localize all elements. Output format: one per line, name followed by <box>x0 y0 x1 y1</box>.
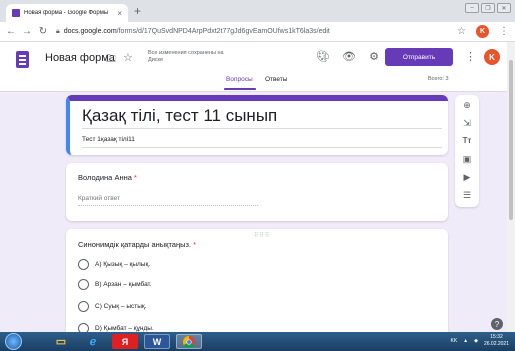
help-icon[interactable]: ? <box>491 318 503 330</box>
question-2-label: Синонимдік қатарды анықтаңыз. * <box>78 240 196 249</box>
url-field[interactable]: docs.google.com/forms/d/17QuSvdNPD4ArpPd… <box>64 28 330 35</box>
required-marker: * <box>193 240 197 249</box>
floating-toolbar: ⊕ ⇲ Tт ▣ ▶ ☰ <box>455 95 479 207</box>
drag-handle-icon[interactable]: ⠿⠿⠿ <box>254 232 270 239</box>
chrome-icon[interactable] <box>176 334 202 349</box>
settings-gear-icon[interactable]: ⚙︎ <box>368 50 380 63</box>
star-icon[interactable]: ☆ <box>123 51 133 64</box>
send-button[interactable]: Отправить <box>385 48 453 66</box>
add-video-icon[interactable]: ▶ <box>461 172 473 183</box>
network-icon[interactable]: ▲ <box>463 338 468 344</box>
tab-title: Новая форма - Google Формы <box>24 10 109 16</box>
question-card-2[interactable]: ⠿⠿⠿ Синонимдік қатарды анықтаңыз. * А) Қ… <box>66 229 448 349</box>
word-icon[interactable]: W <box>144 334 170 349</box>
clock-time: 15:32 <box>490 334 503 340</box>
option-c[interactable]: С) Суық – ыстық. <box>78 301 147 312</box>
active-tab-indicator <box>224 88 256 90</box>
option-b[interactable]: В) Арзан – қымбат. <box>78 279 152 290</box>
option-label: В) Арзан – қымбат. <box>95 281 152 288</box>
bookmark-star-icon[interactable]: ☆ <box>457 26 466 37</box>
radio-button[interactable] <box>78 259 89 270</box>
short-answer-field[interactable]: Краткий ответ <box>78 195 258 206</box>
question-card-1[interactable]: Володина Анна * Краткий ответ <box>66 163 448 221</box>
reload-icon[interactable]: ↻ <box>38 26 48 37</box>
option-label: С) Суық – ыстық. <box>95 303 147 310</box>
radio-button[interactable] <box>78 279 89 290</box>
volume-icon[interactable]: ◆ <box>474 338 478 344</box>
url-path: /forms/d/17QuSvdNPD4ArpPdxt2t77gJd6gvEam… <box>116 28 330 35</box>
close-window-button[interactable]: ✕ <box>497 3 511 13</box>
question-1-label: Володина Анна * <box>78 173 137 182</box>
browser-tab-bar: Новая форма - Google Формы × + – ❐ ✕ <box>0 0 515 22</box>
palette-icon[interactable]: 🎨︎ <box>316 50 330 63</box>
browser-menu-icon[interactable]: ⋮ <box>499 26 509 37</box>
form-title-input[interactable]: Қазақ тілі, тест 11 сынып <box>82 106 442 129</box>
lock-icon[interactable]: 🔒︎ <box>56 28 60 36</box>
option-label: А) Қызық – қылық. <box>95 261 151 268</box>
total-points: Всего: 3 <box>428 76 449 82</box>
address-bar: ← → ↻ 🔒︎ docs.google.com/forms/d/17QuSvd… <box>0 22 515 42</box>
url-domain: docs.google.com <box>63 28 117 35</box>
system-tray: KK ▲ ◆ 15:32 26.02.2021 <box>450 334 509 348</box>
tab-answers[interactable]: Ответы <box>265 76 287 83</box>
add-section-icon[interactable]: ☰ <box>461 190 473 201</box>
yandex-browser-icon[interactable]: Я <box>112 334 138 349</box>
close-tab-icon[interactable]: × <box>117 9 122 18</box>
form-description-input[interactable]: Тест 1қазақ тілі11 <box>82 136 442 148</box>
browser-profile-avatar[interactable]: K <box>476 25 489 38</box>
start-button[interactable] <box>5 333 22 350</box>
question-2-text: Синонимдік қатарды анықтаңыз. <box>78 240 192 249</box>
maximize-button[interactable]: ❐ <box>481 3 495 13</box>
add-question-icon[interactable]: ⊕ <box>461 100 473 111</box>
required-marker: * <box>134 173 137 182</box>
import-questions-icon[interactable]: ⇲ <box>461 118 473 129</box>
form-title-card[interactable]: Қазақ тілі, тест 11 сынып Тест 1қазақ ті… <box>66 95 448 155</box>
new-tab-button[interactable]: + <box>134 4 141 18</box>
language-indicator[interactable]: KK <box>450 338 457 344</box>
add-image-icon[interactable]: ▣ <box>461 154 473 165</box>
browser-tab[interactable]: Новая форма - Google Формы × <box>6 4 128 22</box>
clock-date: 26.02.2021 <box>483 341 509 347</box>
windows-taskbar: ▭ ℯ Я W KK ▲ ◆ 15:32 26.02.2021 <box>0 332 515 351</box>
forward-icon[interactable]: → <box>22 26 32 37</box>
add-title-icon[interactable]: Tт <box>461 136 473 145</box>
minimize-button[interactable]: – <box>465 3 479 13</box>
option-label: D) Қымбат – құнды. <box>95 325 154 332</box>
forms-favicon-icon <box>12 9 20 17</box>
form-tabs: Вопросы Ответы Всего: 3 <box>0 76 515 92</box>
window-controls: – ❐ ✕ <box>465 3 511 13</box>
tab-questions[interactable]: Вопросы <box>226 76 253 83</box>
saved-status: Все изменения сохранены на Диске <box>148 50 224 63</box>
account-avatar[interactable]: K <box>484 49 500 65</box>
move-to-folder-icon[interactable]: 🗀︎ <box>106 52 116 69</box>
radio-button[interactable] <box>78 301 89 312</box>
more-options-icon[interactable]: ⋮ <box>465 50 476 63</box>
clock[interactable]: 15:32 26.02.2021 <box>484 334 509 348</box>
folder-icon[interactable]: ▭ <box>48 334 74 349</box>
internet-explorer-icon[interactable]: ℯ <box>80 334 106 349</box>
back-icon[interactable]: ← <box>6 26 16 37</box>
google-forms-logo-icon[interactable] <box>16 51 29 68</box>
forms-header: Новая форма 🗀︎ ☆ Все изменения сохранены… <box>0 42 515 92</box>
preview-eye-icon[interactable]: 👁︎ <box>342 50 356 63</box>
scrollbar-thumb[interactable] <box>509 60 513 220</box>
doc-title[interactable]: Новая форма <box>45 52 115 64</box>
question-1-text: Володина Анна <box>78 173 132 182</box>
option-a[interactable]: А) Қызық – қылық. <box>78 259 150 270</box>
